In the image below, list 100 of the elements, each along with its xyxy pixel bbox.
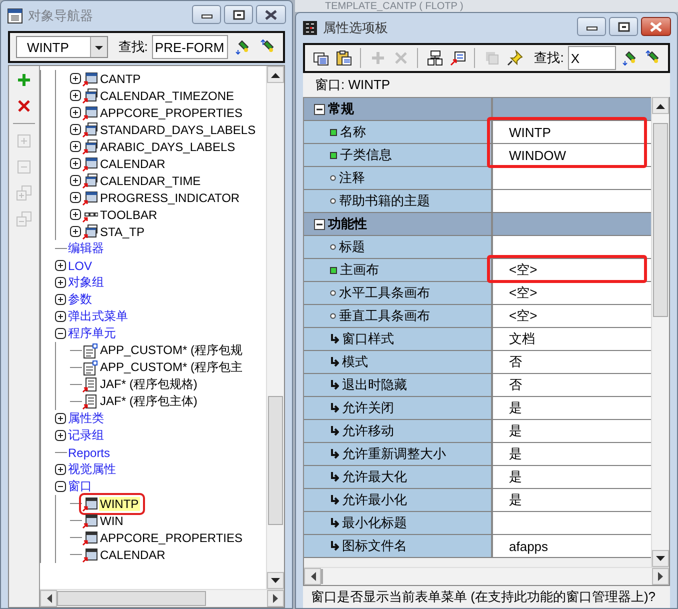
stacked-window-icon [82, 88, 98, 104]
expand-toggle[interactable] [55, 294, 66, 305]
property-value[interactable]: 否 [493, 351, 651, 373]
property-name: 允许重新调整大小 [342, 445, 446, 463]
tree-item[interactable]: 弹出式菜单 [67, 308, 129, 325]
square-bullet-icon [330, 152, 337, 158]
tree-item[interactable]: 编辑器 [67, 240, 105, 257]
expand-toggle[interactable] [55, 430, 66, 441]
scroll-thumb[interactable] [321, 569, 324, 584]
tree-item[interactable]: 程序单元 [67, 325, 117, 342]
tree-item[interactable]: 对象组 [67, 274, 105, 291]
expand-toggle[interactable] [70, 175, 81, 186]
tree-item[interactable]: CANTP [99, 72, 142, 86]
vertical-scrollbar[interactable] [651, 97, 669, 567]
expand-toggle[interactable] [70, 192, 81, 203]
property-value[interactable]: <空> [493, 282, 651, 304]
expand-toggle[interactable] [55, 260, 66, 271]
tree-item[interactable]: APP_CUSTOM* (程序包规 [99, 342, 244, 359]
clipboard-icon [336, 50, 352, 66]
property-value[interactable]: 文档 [493, 328, 651, 350]
tree-item[interactable]: APPCORE_PROPERTIES [99, 106, 244, 120]
expand-toggle[interactable] [70, 73, 81, 84]
expand-toggle[interactable] [70, 158, 81, 169]
expand-toggle[interactable] [70, 90, 81, 101]
collapse-icon [16, 159, 32, 175]
tree-item[interactable]: STANDARD_DAYS_LABELS [99, 122, 257, 136]
document-arrow-icon [82, 394, 98, 410]
find-field[interactable]: X [568, 46, 616, 70]
minimize-button[interactable] [577, 17, 606, 36]
expand-toggle[interactable] [55, 311, 66, 322]
collapse-toggle[interactable] [55, 481, 66, 492]
stacked-window-icon [82, 138, 98, 154]
tree-item[interactable]: 窗口 [67, 478, 93, 495]
scroll-thumb[interactable] [268, 396, 283, 526]
window-arrow-icon [82, 546, 98, 562]
scroll-right-icon[interactable] [658, 572, 664, 581]
scroll-up-icon[interactable] [656, 102, 665, 108]
expand-toggle[interactable] [70, 209, 81, 220]
property-name: 允许最小化 [342, 491, 407, 509]
scroll-thumb[interactable] [57, 591, 206, 606]
scroll-down-icon[interactable] [271, 578, 280, 584]
tree-item[interactable]: LOV [67, 258, 94, 272]
horizontal-scrollbar[interactable] [304, 567, 669, 585]
property-value[interactable]: WINDOW [493, 144, 651, 166]
vertical-scrollbar[interactable] [266, 66, 284, 589]
property-name: 图标文件名 [342, 537, 407, 555]
window-arrow-icon [82, 512, 98, 528]
expand-toggle[interactable] [55, 413, 66, 424]
property-value[interactable]: <空> [493, 259, 651, 281]
tree-item[interactable]: TOOLBAR [99, 208, 158, 222]
tree-item[interactable]: APPCORE_PROPERTIES [99, 530, 244, 544]
expand-toggle[interactable] [70, 107, 81, 118]
collapse-toggle[interactable] [314, 104, 325, 114]
scroll-left-icon[interactable] [46, 594, 52, 603]
tree-item[interactable]: PROGRESS_INDICATOR [99, 190, 241, 204]
scroll-thumb[interactable] [653, 122, 668, 317]
expand-toggle[interactable] [70, 141, 81, 152]
collapse-toggle[interactable] [314, 218, 325, 230]
tree-item[interactable]: CALENDAR_TIMEZONE [99, 88, 236, 102]
tree-item[interactable]: 记录组 [67, 427, 105, 444]
expand-toggle[interactable] [55, 277, 66, 288]
tree-item[interactable]: CALENDAR [99, 548, 166, 562]
tree-item[interactable]: Reports [67, 446, 112, 460]
tree-item[interactable]: JAF* (程序包规格) [99, 376, 198, 393]
tree-item[interactable]: ARABIC_DAYS_LABELS [99, 140, 236, 154]
property-value[interactable]: 是 [493, 397, 651, 419]
tree-item[interactable]: 参数 [67, 291, 93, 308]
tree-item[interactable]: CALENDAR_TIME [99, 174, 202, 188]
property-value[interactable]: <空> [493, 305, 651, 327]
scroll-right-icon[interactable] [272, 594, 278, 603]
tree-item[interactable]: APP_CUSTOM* (程序包主 [99, 359, 244, 376]
close-button[interactable] [641, 17, 671, 36]
property-value[interactable]: 是 [493, 466, 651, 488]
property-value[interactable]: 是 [493, 420, 651, 442]
tree-item[interactable]: CALENDAR [99, 156, 166, 170]
tree-item[interactable]: STA_TP [99, 224, 146, 238]
copy-icon [312, 50, 329, 66]
expand-toggle[interactable] [70, 226, 81, 237]
tree-item[interactable]: WINTP [99, 496, 140, 510]
collapse-toggle[interactable] [55, 328, 66, 339]
property-value[interactable]: 是 [493, 489, 651, 511]
tree-item[interactable]: WIN [99, 514, 124, 528]
scroll-up-icon[interactable] [271, 72, 280, 78]
tree-item[interactable]: 视觉属性 [67, 461, 117, 478]
window-arrow-icon [82, 156, 98, 172]
horizontal-scrollbar[interactable] [40, 589, 284, 607]
property-value[interactable]: afapps [493, 535, 651, 557]
expand-toggle[interactable] [70, 124, 81, 135]
delete-icon [392, 50, 409, 66]
maximize-button[interactable] [609, 17, 638, 36]
property-value[interactable] [493, 167, 651, 189]
expand-toggle[interactable] [55, 464, 66, 475]
tree-item[interactable]: 属性类 [67, 410, 105, 427]
property-value[interactable]: 否 [493, 374, 651, 396]
property-value[interactable]: 是 [493, 443, 651, 465]
tree-item[interactable]: JAF* (程序包主体) [99, 393, 198, 410]
property-value[interactable]: WINTP [493, 121, 651, 143]
scroll-down-icon[interactable] [656, 556, 665, 562]
inherit-arrow-icon [330, 426, 339, 436]
scroll-left-icon[interactable] [310, 572, 316, 581]
